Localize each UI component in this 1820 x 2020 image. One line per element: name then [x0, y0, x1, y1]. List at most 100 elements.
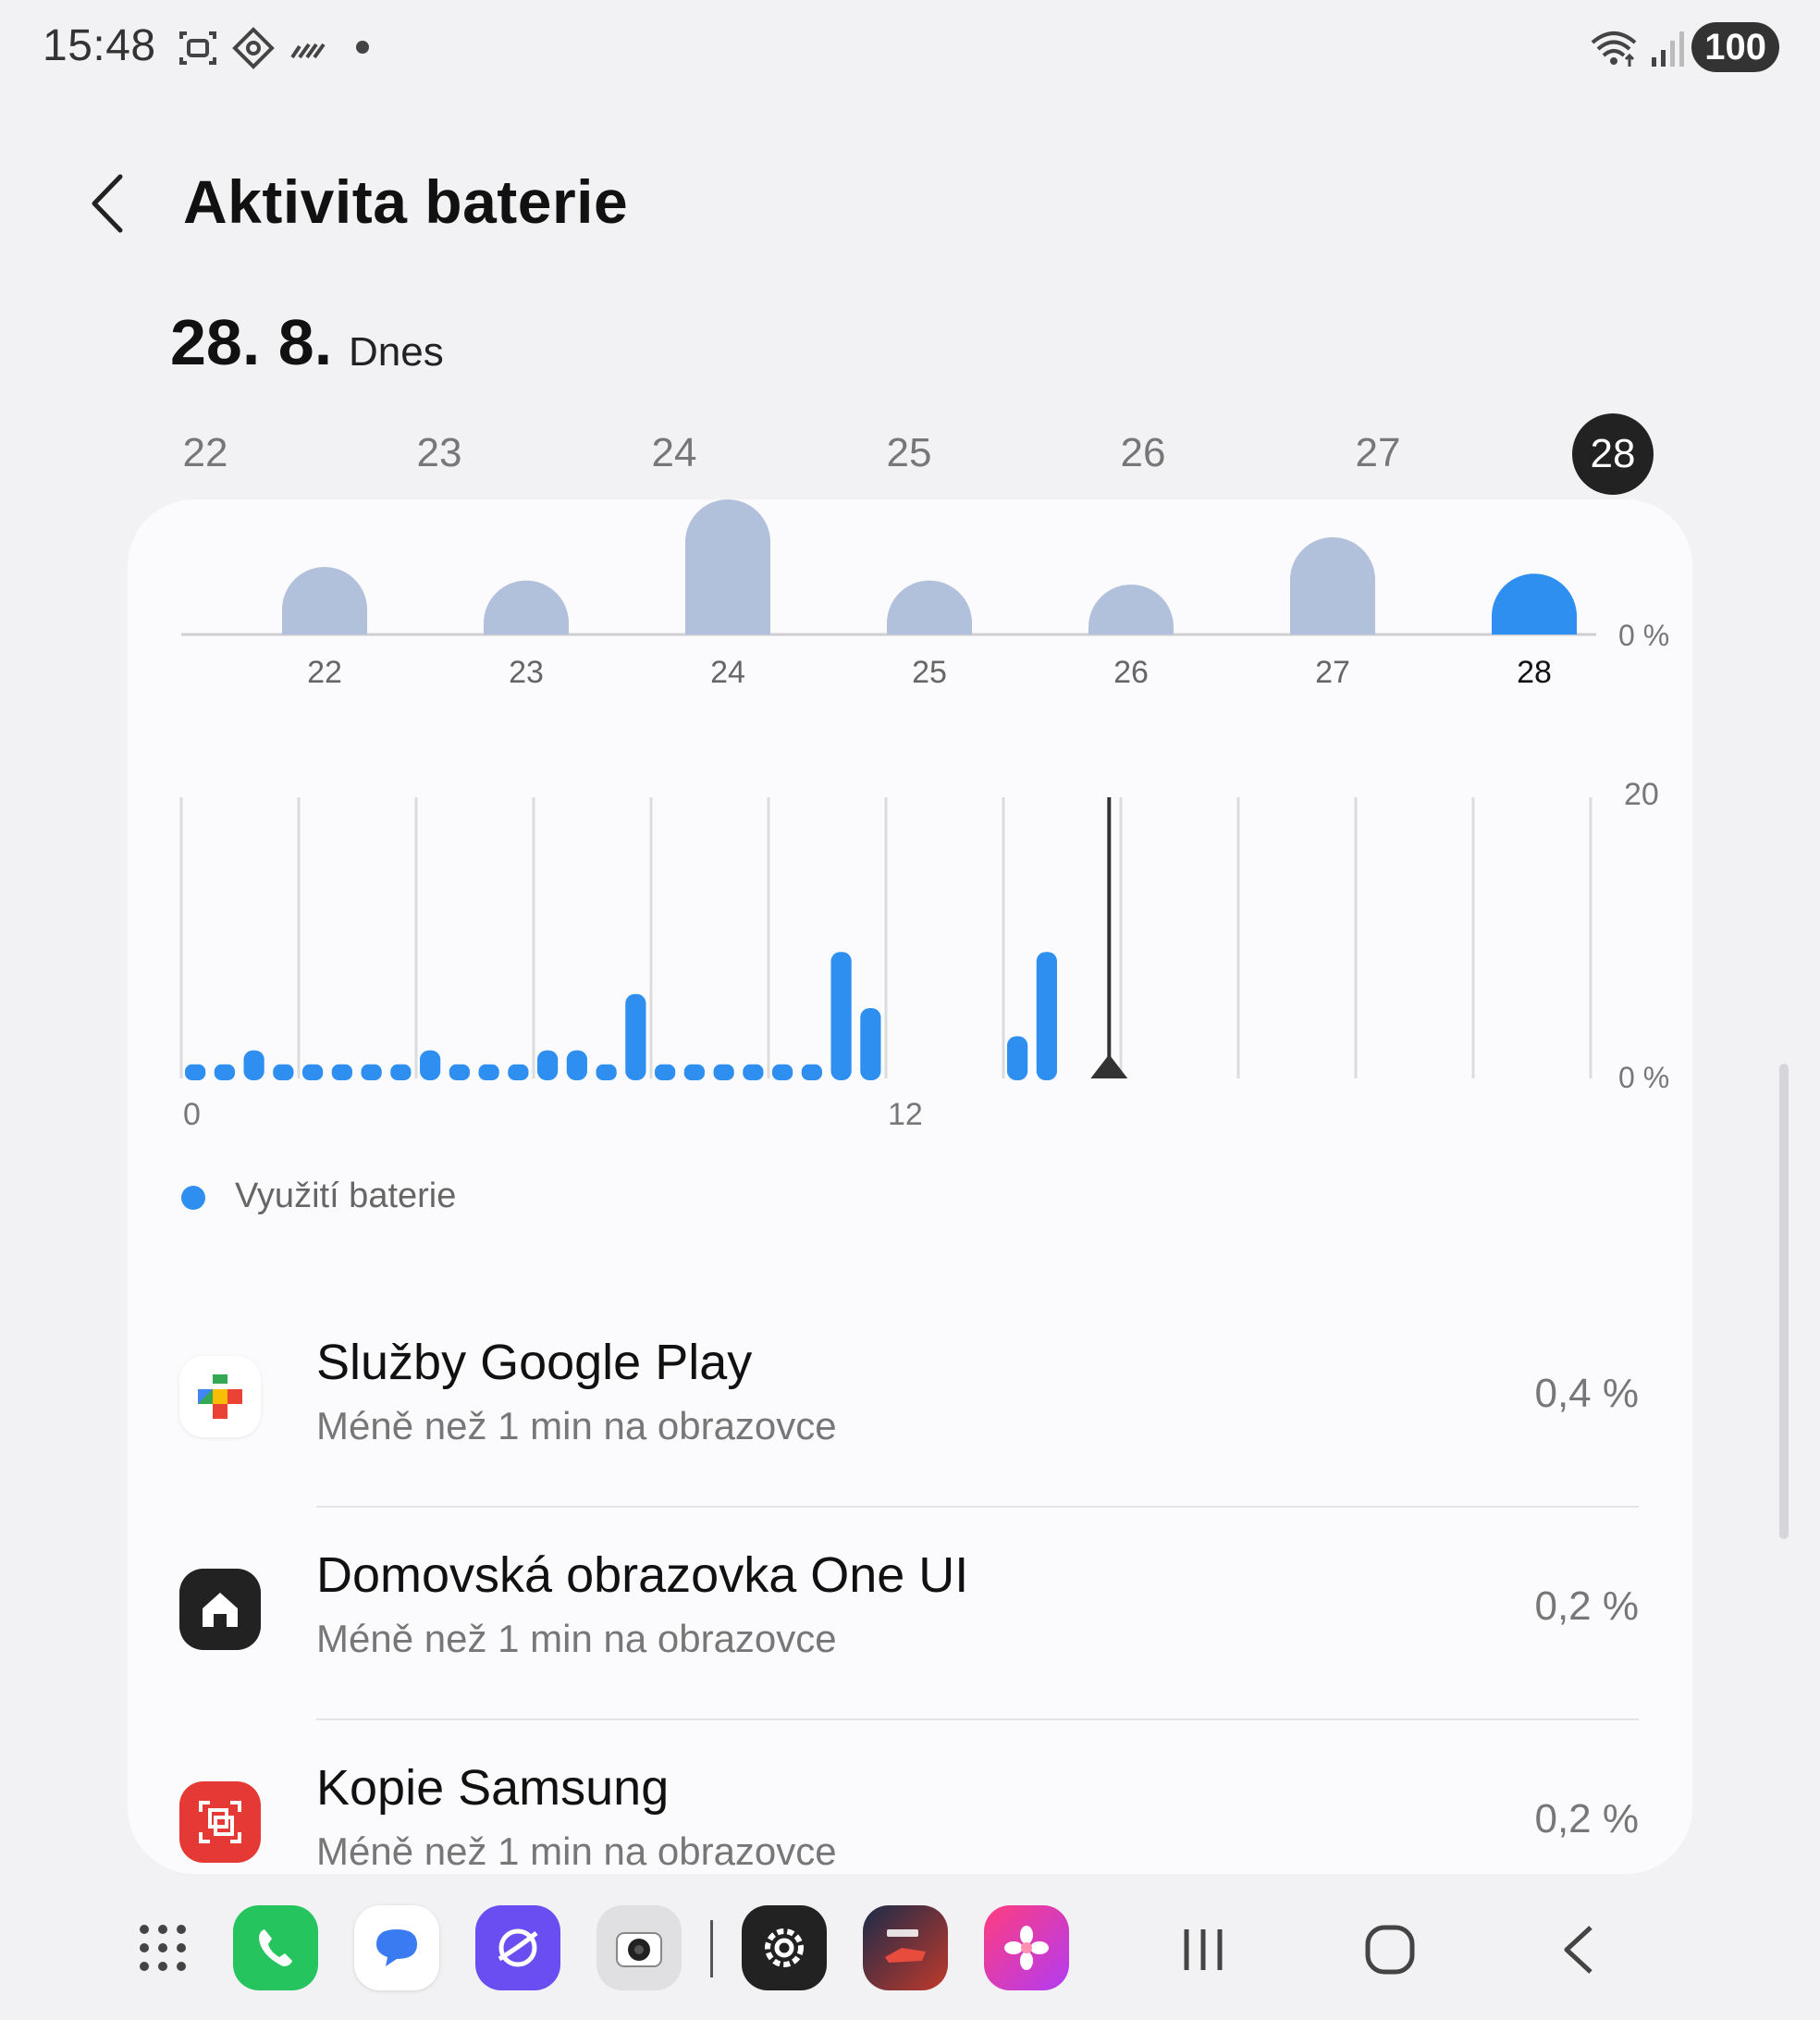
hourly-bar — [743, 1064, 764, 1080]
weekly-bar-26 — [1088, 584, 1174, 634]
hourly-bar — [566, 1050, 587, 1080]
app-drawer-icon[interactable] — [120, 1905, 205, 1990]
day-tab-22[interactable]: 22 — [164, 425, 247, 481]
back-button[interactable] — [74, 166, 141, 240]
hourly-bar — [830, 952, 852, 1080]
app-screen-time: Méně než 1 min na obrazovce — [316, 1617, 837, 1660]
home-nav-icon — [1365, 1925, 1415, 1975]
hourly-bar — [596, 1064, 617, 1080]
hourly-bar — [508, 1064, 529, 1080]
battery-level-badge: 100 — [1691, 22, 1779, 72]
battery-card: 22 23 24 25 26 27 28 0 % 0 12 20 0 % Využití bateri… — [128, 499, 1692, 1874]
hourly-bar — [420, 1050, 441, 1080]
page-title: Aktivita baterie — [183, 167, 629, 236]
signal-bars-icon — [287, 26, 331, 70]
weekly-tick-label: 25 — [912, 655, 947, 690]
weekly-bar-23 — [484, 580, 569, 634]
legend-dot — [181, 1186, 205, 1210]
hourly-bar — [683, 1064, 705, 1080]
hourly-bar — [390, 1064, 412, 1080]
gallery-icon[interactable] — [984, 1905, 1069, 1990]
screenshot-icon — [176, 26, 220, 70]
weekly-tick-label: 24 — [710, 655, 745, 690]
app-screen-time: Méně než 1 min na obrazovce — [316, 1829, 837, 1873]
weekly-tick-label: 22 — [307, 655, 342, 690]
hourly-y-tick-label: 20 — [1624, 777, 1659, 812]
weekly-tick-label: 27 — [1315, 655, 1350, 690]
day-tab-24[interactable]: 24 — [633, 425, 716, 481]
hourly-bar — [331, 1064, 352, 1080]
hourly-x-tick-label: 12 — [888, 1097, 923, 1132]
app-name: Služby Google Play — [316, 1335, 753, 1390]
hourly-bar — [243, 1050, 264, 1080]
day-tab-26[interactable]: 26 — [1101, 425, 1185, 481]
home-button[interactable] — [1348, 1913, 1432, 1987]
nav-back-button[interactable] — [1537, 1913, 1620, 1987]
app-name: Domovská obrazovka One UI — [316, 1547, 969, 1603]
camera-icon[interactable] — [596, 1905, 682, 1990]
hourly-bar — [185, 1064, 206, 1080]
home-icon — [179, 1569, 261, 1650]
hourly-bar — [772, 1064, 793, 1080]
app-row-one-ui-home[interactable]: Domovská obrazovka One UI Méně než 1 min… — [128, 1508, 1692, 1720]
cellular-icon — [1646, 26, 1691, 70]
diamond-icon — [231, 26, 276, 70]
recents-button[interactable] — [1162, 1913, 1245, 1987]
weekly-tick-label: 28 — [1517, 655, 1552, 690]
hourly-x-tick-label: 0 — [183, 1097, 201, 1132]
back-nav-icon — [1564, 1926, 1592, 1974]
hourly-bar — [713, 1064, 734, 1080]
today-label: Dnes — [349, 329, 444, 375]
internet-icon[interactable] — [475, 1905, 560, 1990]
day-tab-27[interactable]: 27 — [1336, 425, 1420, 481]
weekly-bar-22 — [282, 567, 367, 634]
app-usage-percent: 0,2 % — [1534, 1796, 1639, 1841]
legend-label: Využití baterie — [235, 1176, 457, 1215]
hourly-bar — [1036, 952, 1057, 1080]
weekly-bar-25 — [887, 580, 972, 634]
messages-icon[interactable] — [354, 1905, 439, 1990]
hourly-bar — [537, 1050, 559, 1080]
app-name: Kopie Samsung — [316, 1760, 670, 1816]
weekly-bar-28 — [1492, 573, 1577, 634]
battery-charts: 22 23 24 25 26 27 28 0 % 0 12 20 0 % — [179, 499, 1669, 1132]
hourly-bar — [214, 1064, 235, 1080]
samsung-copy-icon — [179, 1781, 261, 1863]
app-usage-percent: 0,2 % — [1534, 1583, 1639, 1629]
google-play-services-icon — [179, 1356, 261, 1437]
day-tab-28[interactable]: 28 — [1572, 413, 1654, 495]
weekly-tick-label: 26 — [1113, 655, 1149, 690]
hourly-bar — [302, 1064, 324, 1080]
weekly-y-tick-label: 0 % — [1618, 619, 1669, 652]
day-tab-23[interactable]: 23 — [398, 425, 481, 481]
app-screen-time: Méně než 1 min na obrazovce — [316, 1404, 837, 1447]
phone-icon[interactable] — [233, 1905, 318, 1990]
hourly-bar — [801, 1064, 822, 1080]
weekly-tick-label: 23 — [509, 655, 544, 690]
weekly-bar-27 — [1290, 536, 1375, 634]
hourly-bar — [1007, 1036, 1028, 1080]
app-row-kopie-samsung[interactable]: Kopie Samsung Méně než 1 min na obrazovc… — [128, 1720, 1692, 1874]
weekly-bar-24 — [685, 499, 770, 634]
settings-icon[interactable] — [742, 1905, 827, 1990]
hourly-bar — [478, 1064, 499, 1080]
wifi-icon — [1589, 26, 1637, 70]
hourly-bar — [625, 993, 646, 1080]
dot-icon — [356, 41, 369, 54]
hourly-y-tick-label: 0 % — [1618, 1061, 1669, 1094]
app-usage-percent: 0,4 % — [1534, 1371, 1639, 1416]
selected-date: 28. 8. — [170, 306, 333, 378]
status-time: 15:48 — [43, 21, 156, 70]
hourly-bar — [273, 1064, 294, 1080]
hourly-bar — [655, 1064, 676, 1080]
app-row-google-play[interactable]: Služby Google Play Méně než 1 min na obr… — [128, 1295, 1692, 1508]
game-icon[interactable] — [863, 1905, 948, 1990]
hourly-bar — [449, 1064, 470, 1080]
recents-icon — [1184, 1929, 1223, 1970]
hourly-bar — [361, 1064, 382, 1080]
hourly-bar — [860, 1008, 881, 1080]
day-tab-25[interactable]: 25 — [867, 425, 951, 481]
dock-divider — [710, 1920, 713, 1977]
chevron-left-icon — [92, 174, 123, 233]
scrollbar[interactable] — [1779, 1064, 1789, 1539]
